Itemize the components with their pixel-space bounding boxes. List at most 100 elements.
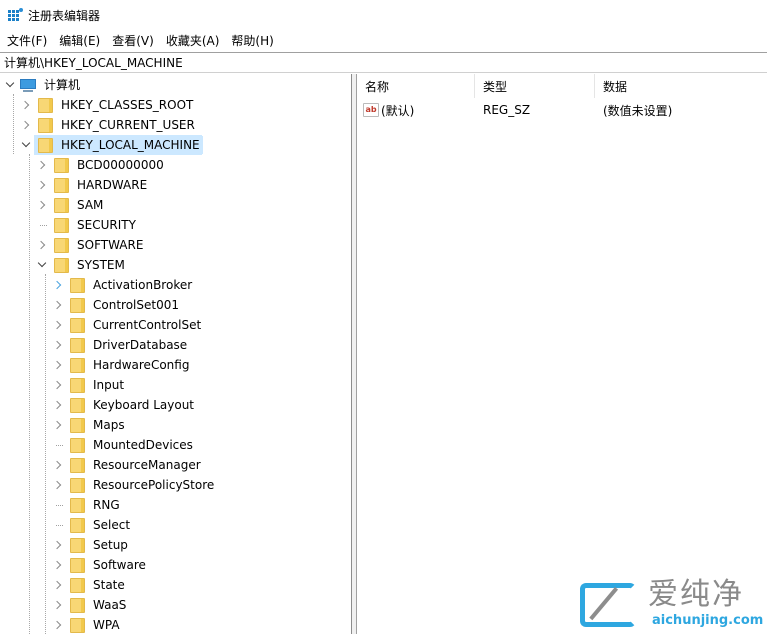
tree-item-setup[interactable]: Setup xyxy=(52,535,131,555)
tree-item-label: Setup xyxy=(93,538,128,552)
folder-icon xyxy=(38,137,53,153)
chevron-right-icon[interactable] xyxy=(52,315,64,335)
folder-icon xyxy=(70,557,85,573)
tree-item-currentcontrolset[interactable]: CurrentControlSet xyxy=(52,315,204,335)
tree-item-wpa[interactable]: WPA xyxy=(52,615,123,634)
folder-icon xyxy=(70,317,85,333)
folder-icon xyxy=(54,217,69,233)
folder-icon xyxy=(54,257,69,273)
folder-icon xyxy=(54,197,69,213)
chevron-down-icon[interactable] xyxy=(20,135,32,155)
key-tree-pane[interactable]: 计算机 HKEY_CLASSES_ROOT HKEY_CURRENT_USER … xyxy=(0,74,352,634)
tree-item-label: HARDWARE xyxy=(77,178,148,192)
chevron-right-icon[interactable] xyxy=(52,535,64,555)
chevron-right-icon[interactable] xyxy=(52,275,64,295)
folder-icon xyxy=(54,157,69,173)
tree-item-label: BCD00000000 xyxy=(77,158,164,172)
tree-item-computer[interactable]: 计算机 xyxy=(4,75,83,95)
tree-item-label: HKEY_CLASSES_ROOT xyxy=(61,98,194,112)
chevron-right-icon[interactable] xyxy=(36,155,48,175)
tree-item-hardware[interactable]: HARDWARE xyxy=(36,175,150,195)
tree-item-hkey-classes-root[interactable]: HKEY_CLASSES_ROOT xyxy=(20,95,196,115)
tree-item-label: CurrentControlSet xyxy=(93,318,202,332)
menu-file[interactable]: 文件(F) xyxy=(0,31,53,51)
chevron-down-icon[interactable] xyxy=(4,75,16,95)
menu-favorites[interactable]: 收藏夹(A) xyxy=(160,31,226,51)
chevron-right-icon[interactable] xyxy=(52,595,64,615)
column-header-name[interactable]: 名称 xyxy=(357,74,475,98)
chevron-right-icon[interactable] xyxy=(20,95,32,115)
address-path[interactable]: 计算机\HKEY_LOCAL_MACHINE xyxy=(4,54,183,71)
tree-item-software-sub[interactable]: Software xyxy=(52,555,149,575)
tree-item-driverdatabase[interactable]: DriverDatabase xyxy=(52,335,190,355)
folder-icon xyxy=(38,117,53,133)
tree-item-label: ControlSet001 xyxy=(93,298,179,312)
tree-item-security[interactable]: SECURITY xyxy=(36,215,139,235)
menu-view[interactable]: 查看(V) xyxy=(106,31,160,51)
tree-item-hkey-current-user[interactable]: HKEY_CURRENT_USER xyxy=(20,115,198,135)
watermark-cn-text: 爱纯净 xyxy=(648,577,744,612)
tree-item-sam[interactable]: SAM xyxy=(36,195,106,215)
address-bar[interactable]: 计算机\HKEY_LOCAL_MACHINE xyxy=(0,52,767,73)
tree-item-resourcepolicystore[interactable]: ResourcePolicyStore xyxy=(52,475,217,495)
tree-connector xyxy=(52,515,64,535)
tree-item-system[interactable]: SYSTEM xyxy=(36,255,128,275)
tree-item-controlset001[interactable]: ControlSet001 xyxy=(52,295,182,315)
tree-item-rng[interactable]: RNG xyxy=(52,495,123,515)
chevron-down-icon[interactable] xyxy=(36,255,48,275)
window-title: 注册表编辑器 xyxy=(28,8,101,23)
value-type: REG_SZ xyxy=(483,103,531,117)
value-row[interactable]: ab (默认) REG_SZ (数值未设置) xyxy=(357,100,767,120)
tree-item-label: SAM xyxy=(77,198,104,212)
tree-item-label: State xyxy=(93,578,125,592)
values-list-pane[interactable]: 名称 类型 数据 ab (默认) REG_SZ (数值未设置) xyxy=(357,74,767,634)
chevron-right-icon[interactable] xyxy=(52,575,64,595)
watermark-logo-icon xyxy=(580,583,636,627)
chevron-right-icon[interactable] xyxy=(52,335,64,355)
tree-item-resourcemanager[interactable]: ResourceManager xyxy=(52,455,204,475)
folder-icon xyxy=(70,537,85,553)
chevron-right-icon[interactable] xyxy=(52,475,64,495)
chevron-right-icon[interactable] xyxy=(52,615,64,634)
list-header: 名称 类型 数据 xyxy=(357,74,767,98)
tree-item-state[interactable]: State xyxy=(52,575,128,595)
chevron-right-icon[interactable] xyxy=(52,455,64,475)
menu-edit[interactable]: 编辑(E) xyxy=(53,31,106,51)
tree-item-bcd[interactable]: BCD00000000 xyxy=(36,155,167,175)
chevron-right-icon[interactable] xyxy=(52,555,64,575)
tree-item-hkey-local-machine[interactable]: HKEY_LOCAL_MACHINE xyxy=(20,135,203,155)
chevron-right-icon[interactable] xyxy=(36,195,48,215)
tree-item-input[interactable]: Input xyxy=(52,375,127,395)
chevron-right-icon[interactable] xyxy=(52,355,64,375)
tree-item-hardwareconfig[interactable]: HardwareConfig xyxy=(52,355,192,375)
menu-help[interactable]: 帮助(H) xyxy=(225,31,279,51)
folder-icon xyxy=(70,377,85,393)
tree-item-keyboard-layout[interactable]: Keyboard Layout xyxy=(52,395,197,415)
tree-item-mounteddevices[interactable]: MountedDevices xyxy=(52,435,196,455)
chevron-right-icon[interactable] xyxy=(36,235,48,255)
menu-bar: 文件(F) 编辑(E) 查看(V) 收藏夹(A) 帮助(H) xyxy=(0,31,767,51)
chevron-right-icon[interactable] xyxy=(52,395,64,415)
tree-item-software[interactable]: SOFTWARE xyxy=(36,235,146,255)
chevron-right-icon[interactable] xyxy=(52,295,64,315)
chevron-right-icon[interactable] xyxy=(52,375,64,395)
tree-item-label: SYSTEM xyxy=(77,258,125,272)
tree-item-label: Keyboard Layout xyxy=(93,398,195,412)
tree-item-select[interactable]: Select xyxy=(52,515,133,535)
tree-item-maps[interactable]: Maps xyxy=(52,415,128,435)
column-header-data[interactable]: 数据 xyxy=(595,74,767,98)
tree-item-label: HKEY_LOCAL_MACHINE xyxy=(58,136,203,154)
chevron-right-icon[interactable] xyxy=(20,115,32,135)
tree-item-label: MountedDevices xyxy=(93,438,193,452)
tree-item-label: Software xyxy=(93,558,146,572)
string-value-icon: ab xyxy=(363,103,379,117)
tree-item-waas[interactable]: WaaS xyxy=(52,595,129,615)
value-data-cell: (数值未设置) xyxy=(595,102,767,119)
column-header-type[interactable]: 类型 xyxy=(475,74,595,98)
tree-item-activationbroker[interactable]: ActivationBroker xyxy=(52,275,195,295)
chevron-right-icon[interactable] xyxy=(52,415,64,435)
tree-item-label: WPA xyxy=(93,618,120,632)
chevron-right-icon[interactable] xyxy=(36,175,48,195)
tree-item-label: RNG xyxy=(93,498,120,512)
folder-icon xyxy=(70,457,85,473)
